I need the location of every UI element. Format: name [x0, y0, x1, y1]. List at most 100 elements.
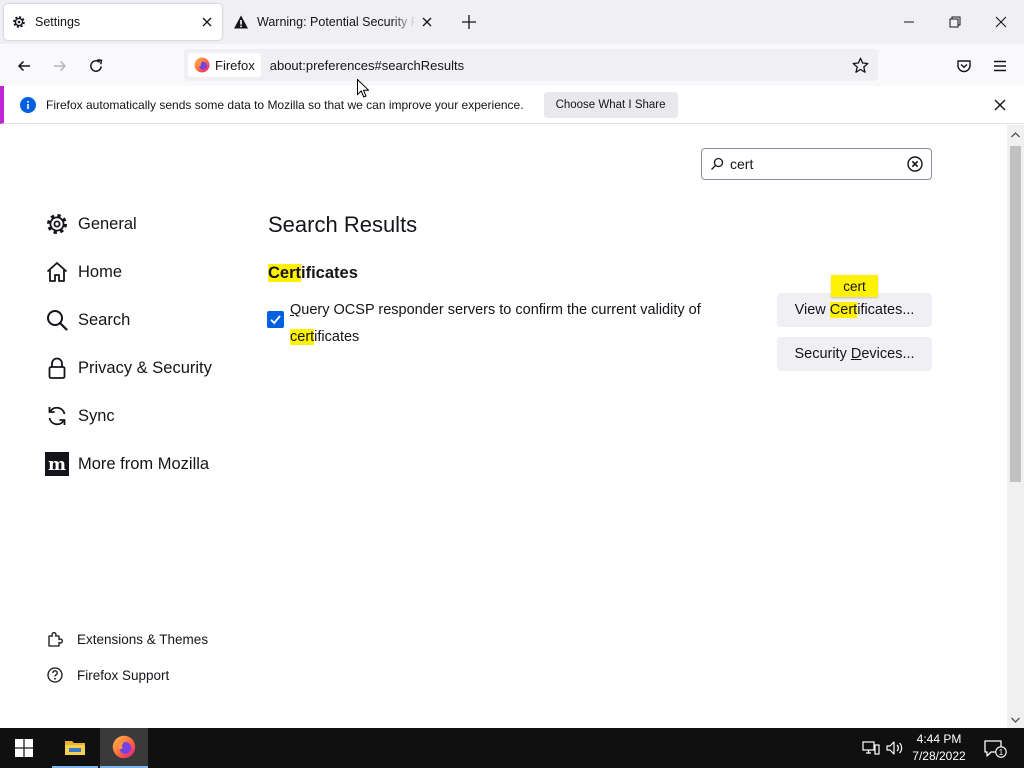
ocsp-checkbox[interactable]	[267, 311, 284, 328]
tab-security-warning[interactable]: Warning: Potential Security Risk Ahead	[226, 4, 442, 40]
pocket-button[interactable]	[950, 52, 978, 80]
search-icon	[45, 308, 69, 332]
forward-button[interactable]	[46, 52, 74, 80]
mouse-cursor-icon	[357, 78, 370, 103]
reload-icon	[90, 59, 103, 72]
tab-title: Warning: Potential Security Risk Ahead	[257, 15, 416, 29]
windows-logo-icon	[15, 739, 33, 757]
category-label: Home	[78, 262, 123, 281]
restore-button[interactable]	[935, 6, 975, 38]
category-label: Search	[78, 310, 131, 329]
app-menu-button[interactable]	[986, 52, 1014, 80]
home-icon	[45, 260, 69, 284]
button-text-part: evices...	[861, 346, 915, 362]
file-explorer-taskbar-button[interactable]	[52, 728, 98, 768]
security-devices-button[interactable]: Security Devices...	[777, 337, 932, 371]
svg-text:m: m	[48, 455, 66, 475]
category-label: General	[78, 214, 137, 233]
minimize-icon	[904, 21, 914, 23]
volume-icon[interactable]	[886, 739, 904, 757]
start-button[interactable]	[0, 728, 48, 768]
checkmark-icon	[270, 315, 281, 325]
category-sync[interactable]: Sync	[45, 402, 115, 430]
minimize-button[interactable]	[889, 6, 929, 38]
search-icon	[710, 157, 724, 171]
bookmark-star-button[interactable]	[848, 53, 872, 77]
settings-search-input[interactable]: cert	[701, 148, 932, 180]
identity-label: Firefox	[215, 57, 255, 73]
footer-link-label: Firefox Support	[77, 667, 170, 683]
clock-time: 4:44 PM	[916, 732, 962, 746]
category-more-from-mozilla[interactable]: m More from Mozilla	[45, 450, 209, 478]
notification-icon: 1	[984, 740, 1007, 758]
tab-strip: Settings Warning: Potential Security Ris…	[0, 0, 1024, 44]
navigation-toolbar: Firefox about:preferences#searchResults	[0, 44, 1024, 86]
hamburger-menu-icon	[994, 60, 1006, 72]
back-arrow-icon	[17, 60, 30, 72]
folder-icon	[65, 741, 85, 755]
plus-icon	[462, 15, 476, 29]
close-tab-icon[interactable]	[196, 11, 218, 33]
category-search[interactable]: Search	[45, 306, 130, 334]
notification-text: Firefox automatically sends some data to…	[46, 97, 524, 112]
firefox-logo-icon	[112, 735, 136, 759]
scroll-down-arrow-icon[interactable]	[1007, 714, 1024, 726]
mozilla-icon: m	[45, 452, 69, 476]
close-window-button[interactable]	[981, 6, 1021, 38]
puzzle-icon	[46, 630, 64, 648]
warning-icon	[233, 14, 249, 30]
category-general[interactable]: General	[45, 210, 137, 238]
firefox-support-link[interactable]: Firefox Support	[46, 665, 169, 685]
close-tab-icon[interactable]	[416, 11, 438, 33]
pref-text-part: ificates	[314, 329, 360, 345]
extensions-themes-link[interactable]: Extensions & Themes	[46, 629, 208, 649]
svg-text:1: 1	[999, 748, 1004, 757]
button-text-part: Security	[794, 346, 851, 362]
search-input-value[interactable]: cert	[730, 156, 907, 172]
help-icon	[46, 666, 64, 684]
pocket-icon	[957, 60, 971, 73]
windows-taskbar: 4:44 PM 7/28/2022 1	[0, 728, 1024, 768]
ocsp-checkbox-label[interactable]: Query OCSP responder servers to confirm …	[290, 297, 760, 351]
close-icon	[994, 99, 1006, 111]
url-text[interactable]: about:preferences#searchResults	[270, 58, 464, 73]
scroll-up-arrow-icon[interactable]	[1007, 129, 1024, 141]
category-home[interactable]: Home	[45, 258, 122, 286]
back-button[interactable]	[10, 52, 38, 80]
button-text-part: ificates...	[857, 302, 915, 318]
tab-settings[interactable]: Settings	[4, 4, 222, 40]
search-tooltip: cert	[831, 275, 878, 297]
choose-what-i-share-button[interactable]: Choose What I Share	[543, 91, 678, 118]
search-highlight: Cert	[829, 302, 858, 318]
clear-search-icon[interactable]	[907, 156, 923, 172]
search-highlight: Cert	[268, 264, 302, 282]
taskbar-clock[interactable]: 4:44 PM 7/28/2022	[905, 731, 973, 765]
category-label: More from Mozilla	[78, 454, 210, 473]
firefox-taskbar-button[interactable]	[100, 728, 148, 768]
lock-icon	[45, 356, 69, 380]
action-center-button[interactable]: 1	[982, 738, 1008, 760]
pref-text-part: uery OCSP responder servers to confirm t…	[301, 302, 701, 318]
info-icon	[20, 96, 36, 113]
access-key-char: Q	[290, 302, 302, 318]
settings-page: cert General Home Search Privacy & Secur…	[0, 125, 1007, 728]
category-label: Sync	[78, 406, 115, 425]
footer-link-label: Extensions & Themes	[77, 631, 209, 647]
clock-date: 7/28/2022	[912, 749, 966, 763]
sync-icon	[45, 404, 69, 428]
page-scrollbar[interactable]	[1007, 125, 1024, 728]
url-bar[interactable]: Firefox about:preferences#searchResults	[184, 49, 878, 81]
network-icon[interactable]	[862, 739, 880, 757]
category-label: Privacy & Security	[78, 358, 212, 377]
identity-box[interactable]: Firefox	[188, 53, 261, 77]
new-tab-button[interactable]	[457, 10, 481, 34]
view-certificates-button[interactable]: View Cert ificates...	[777, 293, 932, 327]
forward-arrow-icon	[54, 60, 67, 72]
close-icon	[995, 16, 1007, 28]
close-notification-button[interactable]	[990, 95, 1010, 115]
category-privacy-security[interactable]: Privacy & Security	[45, 354, 212, 382]
scroll-thumb[interactable]	[1010, 146, 1021, 482]
reload-button[interactable]	[82, 52, 110, 80]
star-icon	[852, 57, 868, 73]
firefox-logo-icon	[194, 57, 210, 73]
